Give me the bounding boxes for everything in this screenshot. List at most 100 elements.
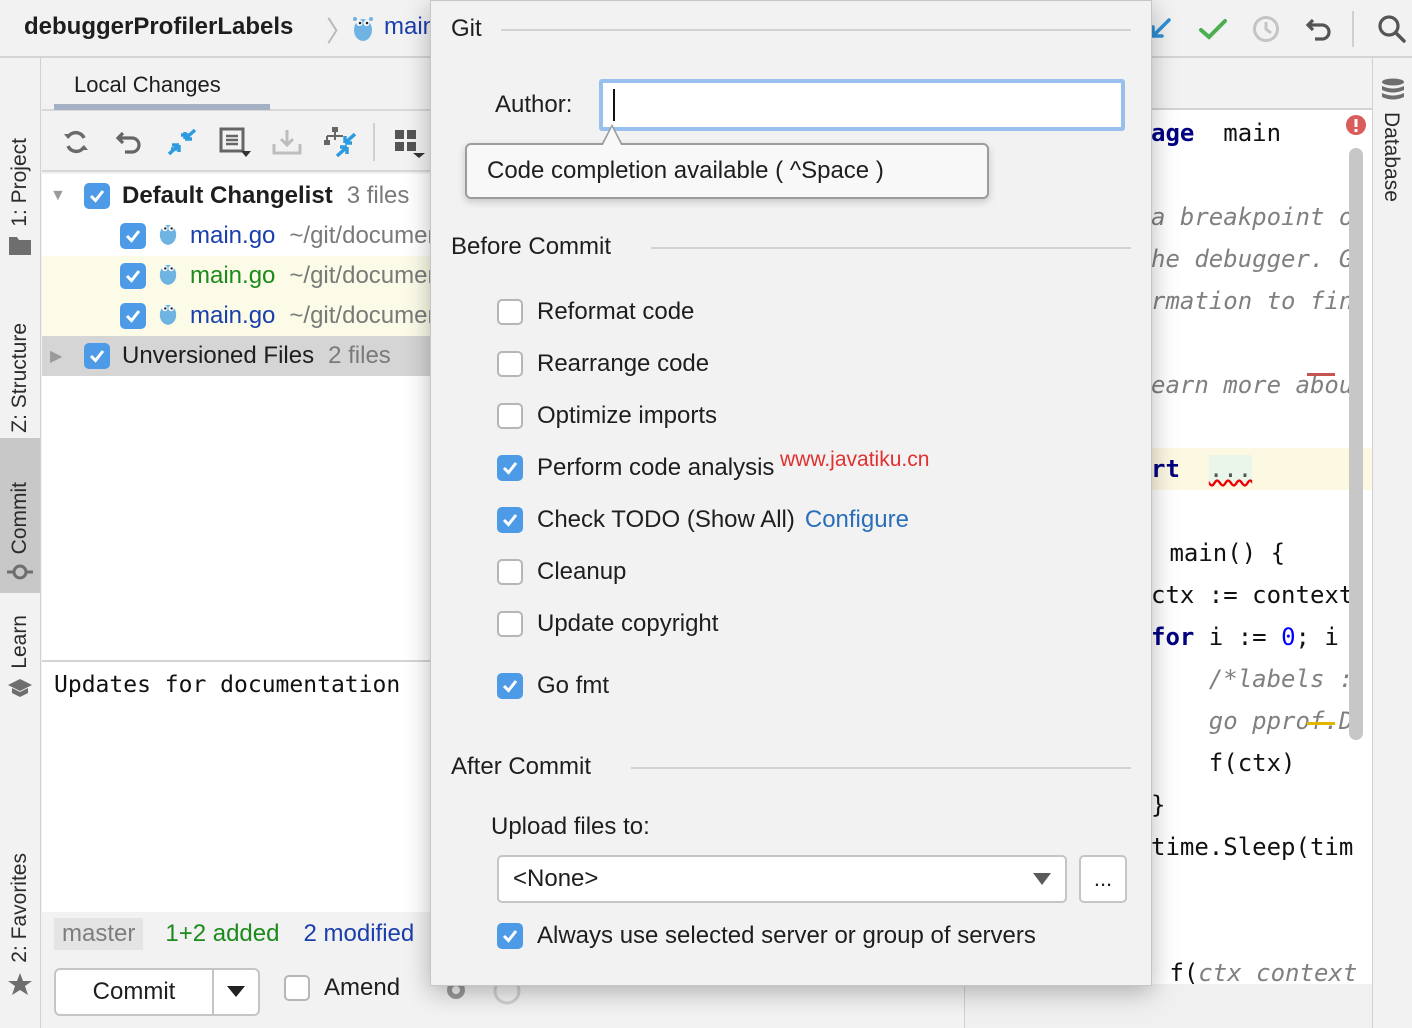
option-checkbox[interactable] bbox=[497, 611, 523, 637]
expand-arrow-icon[interactable]: ▼ bbox=[50, 187, 66, 205]
error-stripe-mark[interactable] bbox=[1307, 373, 1335, 376]
before-commit-option[interactable]: Reformat code bbox=[497, 297, 694, 327]
amend-option[interactable]: Amend bbox=[284, 974, 400, 1002]
code-token: ctx context bbox=[1198, 959, 1358, 987]
commit-options-popup: Git Author: Code completion available ( … bbox=[430, 0, 1152, 986]
option-label: Check TODO (Show All) bbox=[537, 506, 795, 533]
commit-message-field[interactable]: Updates for documentation bbox=[42, 662, 442, 912]
option-label: Cleanup bbox=[537, 558, 627, 585]
before-commit-option[interactable]: Cleanup bbox=[497, 557, 626, 587]
warning-stripe-mark[interactable] bbox=[1307, 722, 1335, 725]
error-indicator-icon[interactable] bbox=[1345, 114, 1367, 141]
file-checkbox[interactable] bbox=[120, 263, 146, 289]
section-title-after-commit: After Commit bbox=[451, 753, 606, 781]
branch-badge: master bbox=[54, 918, 144, 950]
group-by-icon[interactable] bbox=[320, 122, 360, 162]
file-row[interactable]: main.go ~/git/documentation bbox=[42, 296, 442, 336]
changelist-checkbox[interactable] bbox=[84, 183, 110, 209]
commit-icon bbox=[7, 564, 33, 585]
toolbar-separator bbox=[1352, 11, 1354, 47]
changes-toolbar bbox=[42, 114, 442, 172]
graduation-cap-icon bbox=[8, 679, 32, 702]
before-commit-option[interactable]: Rearrange code bbox=[497, 349, 709, 379]
file-row[interactable]: main.go ~/git/documentation bbox=[42, 256, 442, 296]
file-name: main.go bbox=[190, 222, 276, 249]
before-commit-option[interactable]: Go fmt bbox=[497, 671, 609, 701]
upload-server-value: <None> bbox=[513, 865, 599, 892]
show-diff-icon[interactable] bbox=[162, 122, 202, 162]
commit-status-row: master 1+2 added 2 modified bbox=[54, 918, 414, 950]
expand-arrow-icon[interactable]: ▶ bbox=[50, 346, 66, 366]
rollback-icon[interactable] bbox=[1299, 10, 1339, 48]
file-name: main.go bbox=[190, 262, 276, 289]
tool-tab-commit[interactable]: Commit bbox=[0, 438, 40, 593]
changes-tree: ▼ Default Changelist 3 files main.go ~/g… bbox=[42, 174, 442, 660]
toolbar-separator bbox=[373, 123, 376, 161]
changelist-icon[interactable] bbox=[215, 122, 255, 162]
option-checkbox[interactable] bbox=[497, 673, 523, 699]
commit-split-button: Commit bbox=[54, 968, 260, 1016]
tool-tab-label: 2: Favorites bbox=[8, 853, 31, 963]
upload-server-select[interactable]: <None> bbox=[497, 855, 1067, 903]
tool-tab-label: Z: Structure bbox=[8, 323, 31, 433]
tool-tab-favorites[interactable]: 2: Favorites bbox=[0, 838, 40, 1008]
watermark-text: www.javatiku.cn bbox=[780, 448, 930, 471]
breadcrumb-project[interactable]: debuggerProfilerLabels bbox=[24, 13, 293, 41]
commit-button[interactable]: Commit bbox=[56, 970, 214, 1014]
text-caret bbox=[613, 89, 615, 121]
section-title-before-commit: Before Commit bbox=[451, 233, 626, 261]
option-checkbox[interactable] bbox=[497, 507, 523, 533]
code-token: time.Sleep(tim bbox=[1151, 833, 1354, 861]
code-token: ... bbox=[1208, 455, 1253, 483]
editor-scrollbar[interactable] bbox=[1349, 148, 1363, 740]
rollback-icon[interactable] bbox=[109, 122, 149, 162]
history-icon[interactable] bbox=[1246, 10, 1286, 48]
changelist-count: 2 files bbox=[328, 342, 391, 369]
editor-bottom-area bbox=[965, 984, 1373, 1028]
file-checkbox[interactable] bbox=[120, 223, 146, 249]
search-icon[interactable] bbox=[1372, 10, 1412, 48]
layout-icon[interactable] bbox=[389, 122, 429, 162]
shelve-icon[interactable] bbox=[267, 122, 307, 162]
option-checkbox[interactable] bbox=[497, 403, 523, 429]
option-checkbox[interactable] bbox=[497, 351, 523, 377]
changelist-count: 3 files bbox=[346, 182, 410, 209]
code-token: 0 bbox=[1281, 623, 1296, 651]
amend-label: Amend bbox=[324, 974, 401, 1001]
tool-tab-label: 1: Project bbox=[8, 138, 31, 227]
file-checkbox[interactable] bbox=[120, 303, 146, 329]
active-tab-indicator bbox=[54, 104, 270, 110]
configure-link[interactable]: Configure bbox=[805, 506, 909, 534]
changelist-name: Unversioned Files bbox=[122, 342, 315, 369]
tooltip-text: Code completion available ( ^Space ) bbox=[487, 157, 884, 184]
always-use-server-checkbox[interactable] bbox=[497, 923, 523, 949]
before-commit-option[interactable]: Optimize imports bbox=[497, 401, 717, 431]
before-commit-option[interactable]: Perform code analysis bbox=[497, 453, 774, 483]
author-label: Author: bbox=[495, 91, 573, 118]
refresh-icon[interactable] bbox=[56, 122, 96, 162]
before-commit-option[interactable]: Update copyright bbox=[497, 609, 718, 639]
always-use-server-label: Always use selected server or group of s… bbox=[537, 922, 1036, 949]
amend-checkbox[interactable] bbox=[284, 975, 310, 1001]
option-checkbox[interactable] bbox=[497, 455, 523, 481]
option-checkbox[interactable] bbox=[497, 559, 523, 585]
author-input[interactable] bbox=[599, 79, 1125, 131]
tool-tab-database[interactable]: Database bbox=[1379, 112, 1403, 202]
code-token: f( bbox=[1155, 959, 1199, 987]
changelist-row-unversioned[interactable]: ▶ Unversioned Files 2 files bbox=[42, 336, 442, 376]
commit-check-icon[interactable] bbox=[1193, 10, 1233, 48]
file-path: ~/git/documentation bbox=[289, 262, 442, 289]
always-use-server-option[interactable]: Always use selected server or group of s… bbox=[497, 921, 1036, 951]
option-checkbox[interactable] bbox=[497, 299, 523, 325]
commit-options-dropdown[interactable] bbox=[214, 970, 258, 1014]
file-row[interactable]: main.go ~/git/documentation bbox=[42, 216, 442, 256]
browse-servers-button[interactable]: ... bbox=[1079, 855, 1127, 903]
code-token: /*labels : bbox=[1151, 665, 1354, 693]
tab-local-changes[interactable]: Local Changes bbox=[74, 72, 221, 98]
changelist-row-default[interactable]: ▼ Default Changelist 3 files bbox=[42, 176, 442, 216]
tool-tab-learn[interactable]: Learn bbox=[0, 606, 40, 710]
tool-tab-project[interactable]: 1: Project bbox=[0, 72, 40, 268]
changelist-checkbox[interactable] bbox=[84, 343, 110, 369]
code-token: ctx := context bbox=[1151, 581, 1354, 609]
before-commit-option[interactable]: Check TODO (Show All) Configure bbox=[497, 505, 909, 535]
